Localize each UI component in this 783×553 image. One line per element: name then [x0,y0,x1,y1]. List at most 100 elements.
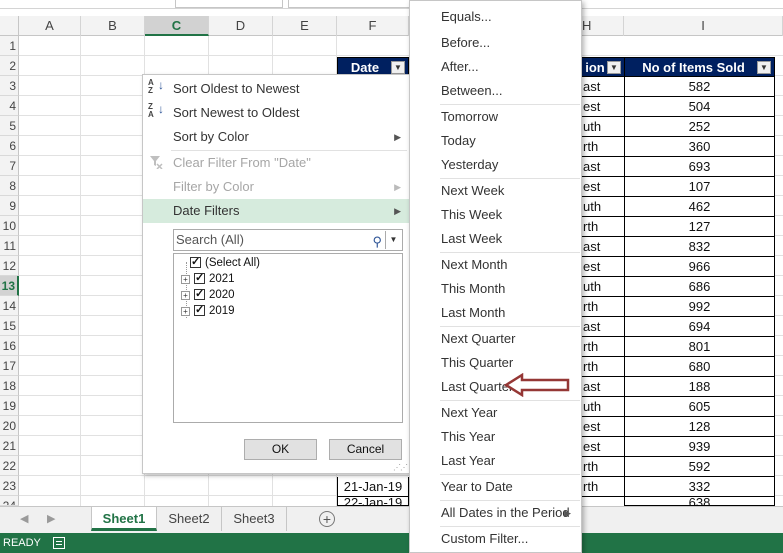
region-cell[interactable]: est [581,417,625,437]
row-header[interactable]: 15 [0,316,19,336]
row-header[interactable]: 11 [0,236,19,256]
checkbox-checked[interactable] [190,254,201,270]
between-item[interactable]: Between... [410,79,581,103]
region-cell[interactable]: est [581,437,625,457]
sheet-tab-3[interactable]: Sheet3 [222,507,287,531]
checkbox-checked[interactable] [194,302,205,318]
region-cell[interactable]: rth [581,137,625,157]
formula-input[interactable] [288,0,418,8]
region-cell[interactable]: rth [581,457,625,477]
region-cell[interactable]: uth [581,277,625,297]
items-sold-cell[interactable]: 332 [624,477,775,497]
expand-icon[interactable]: + [181,307,190,316]
row-header[interactable]: 22 [0,456,19,476]
tab-scroll-right-icon[interactable]: ▶ [47,512,55,525]
row-header[interactable]: 3 [0,76,19,96]
tree-item-2019[interactable]: +2019 [181,302,235,319]
column-header-b[interactable]: B [81,16,145,36]
date-filters-menu-item[interactable]: Date Filters ▶ [143,199,409,223]
row-header[interactable]: 2 [0,56,19,76]
row-header[interactable]: 4 [0,96,19,116]
row-header[interactable]: 14 [0,296,19,316]
row-header[interactable]: 9 [0,196,19,216]
next-quarter-item[interactable]: Next Quarter [410,327,581,351]
all-dates-in-period-item[interactable]: All Dates in the Period ▶ [410,501,581,525]
column-header-d[interactable]: D [209,16,273,36]
items-sold-cell[interactable]: 188 [624,377,775,397]
this-month-item[interactable]: This Month [410,277,581,301]
row-header[interactable]: 23 [0,476,19,496]
items-sold-cell[interactable]: 939 [624,437,775,457]
sort-newest-to-oldest[interactable]: Sort Newest to Oldest [143,101,409,125]
add-sheet-button[interactable]: + [319,511,335,527]
next-week-item[interactable]: Next Week [410,179,581,203]
items-sold-cell[interactable]: 127 [624,217,775,237]
row-header[interactable]: 5 [0,116,19,136]
cancel-button[interactable]: Cancel [329,439,402,460]
items-sold-cell[interactable]: 966 [624,257,775,277]
expand-icon[interactable]: + [181,275,190,284]
items-sold-cell[interactable]: 680 [624,357,775,377]
row-header[interactable]: 8 [0,176,19,196]
after-item[interactable]: After... [410,55,581,79]
region-cell[interactable]: rth [581,217,625,237]
yesterday-item[interactable]: Yesterday [410,153,581,177]
sort-oldest-to-newest[interactable]: Sort Oldest to Newest [143,77,409,101]
region-cell[interactable]: ast [581,77,625,97]
row-header[interactable]: 19 [0,396,19,416]
row-header[interactable]: 16 [0,336,19,356]
last-year-item[interactable]: Last Year [410,449,581,473]
next-month-item[interactable]: Next Month [410,253,581,277]
row-header[interactable]: 18 [0,376,19,396]
region-cell[interactable]: uth [581,397,625,417]
row-header[interactable]: 17 [0,356,19,376]
row-header[interactable]: 1 [0,36,19,56]
region-cell[interactable]: rth [581,337,625,357]
region-cell[interactable]: ast [581,317,625,337]
next-year-item[interactable]: Next Year [410,401,581,425]
items-sold-cell[interactable]: 504 [624,97,775,117]
year-to-date-item[interactable]: Year to Date [410,475,581,499]
custom-filter-item[interactable]: Custom Filter... [410,527,581,551]
row-header[interactable]: 13 [0,276,19,296]
tree-item-2020[interactable]: +2020 [181,286,235,303]
sort-by-color[interactable]: Sort by Color ▶ [143,125,409,149]
items-sold-cell[interactable]: 592 [624,457,775,477]
items-sold-cell[interactable]: 360 [624,137,775,157]
expand-icon[interactable]: + [181,291,190,300]
resize-grip-icon[interactable]: ⋰⋰ [393,463,408,472]
items-sold-cell[interactable]: 462 [624,197,775,217]
region-cell[interactable]: ast [581,377,625,397]
region-cell[interactable]: est [581,177,625,197]
date-cell[interactable]: 21-Jan-19 [337,477,409,497]
column-header-f[interactable]: F [337,16,409,36]
date-cell[interactable]: 22-Jan-19 [337,497,409,506]
items-sold-cell[interactable]: 128 [624,417,775,437]
row-header[interactable]: 12 [0,256,19,276]
items-sold-cell[interactable]: 638 [624,497,775,506]
last-week-item[interactable]: Last Week [410,227,581,251]
region-cell[interactable]: ast [581,157,625,177]
region-cell[interactable]: ast [581,237,625,257]
ok-button[interactable]: OK [244,439,317,460]
filter-search-input[interactable]: Search (All) ⚲ ▼ [173,229,403,251]
items-sold-cell[interactable]: 686 [624,277,775,297]
row-header[interactable]: 21 [0,436,19,456]
macro-record-icon[interactable] [53,537,65,549]
row-header[interactable]: 24 [0,496,19,506]
column-header-a[interactable]: A [19,16,81,36]
row-header[interactable]: 20 [0,416,19,436]
row-header[interactable]: 6 [0,136,19,156]
items-sold-cell[interactable]: 801 [624,337,775,357]
region-cell[interactable]: rth [581,477,625,497]
region-cell[interactable]: uth [581,197,625,217]
sheet-tab-1[interactable]: Sheet1 [91,507,157,531]
tree-item-select-all[interactable]: (Select All) [190,254,260,271]
search-dropdown-icon[interactable]: ▼ [385,231,401,249]
items-sold-cell[interactable]: 992 [624,297,775,317]
this-quarter-item[interactable]: This Quarter [410,351,581,375]
tree-item-2021[interactable]: +2021 [181,270,235,287]
region-cell[interactable]: uth [581,117,625,137]
column-header-e[interactable]: E [273,16,337,36]
tomorrow-item[interactable]: Tomorrow [410,105,581,129]
